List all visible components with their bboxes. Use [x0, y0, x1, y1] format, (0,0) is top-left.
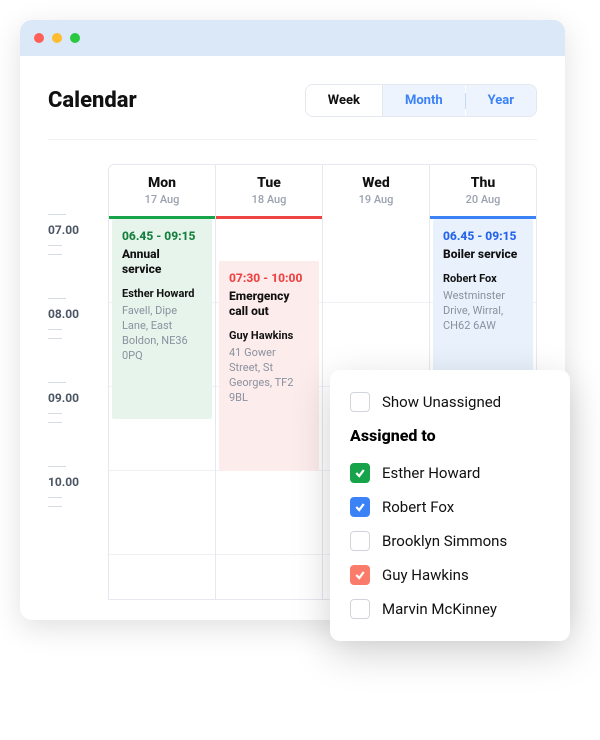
- time-slot: 08.00: [48, 298, 108, 382]
- checkbox-icon[interactable]: [350, 531, 370, 551]
- checkbox-icon[interactable]: [350, 463, 370, 483]
- event-assignee: Guy Hawkins: [229, 329, 309, 342]
- day-header[interactable]: Tue 18 Aug: [216, 165, 322, 219]
- divider: [48, 139, 537, 140]
- event-title: Emergency call out: [229, 289, 309, 319]
- time-slot: 09.00: [48, 382, 108, 466]
- event-time: 06.45 - 09:15: [443, 229, 523, 243]
- day-header[interactable]: Wed 19 Aug: [323, 165, 429, 219]
- filter-person-row[interactable]: Marvin McKinney: [350, 599, 550, 619]
- page-title: Calendar: [48, 88, 137, 113]
- minimize-icon[interactable]: [52, 33, 62, 43]
- day-header[interactable]: Mon 17 Aug: [109, 165, 215, 219]
- tick-icon: [48, 298, 66, 299]
- check-icon: [354, 467, 366, 479]
- event-time: 07:30 - 10:00: [229, 271, 309, 285]
- day-name: Mon: [109, 175, 215, 191]
- time-label: 08.00: [48, 307, 108, 321]
- day-header[interactable]: Thu 20 Aug: [430, 165, 536, 219]
- time-label: 10.00: [48, 475, 108, 489]
- day-date: 18 Aug: [216, 193, 322, 206]
- tick-icon: [48, 254, 62, 255]
- day-headers: Mon 17 Aug Tue 18 Aug Wed 19 Aug: [109, 165, 536, 219]
- day-column: Thu 20 Aug: [430, 165, 536, 219]
- day-name: Tue: [216, 175, 322, 191]
- tick-icon: [48, 506, 62, 507]
- event-address: 41 Gower Street, St Georges, TF2 9BL: [229, 346, 309, 405]
- time-label: 07.00: [48, 223, 108, 237]
- tab-week[interactable]: Week: [306, 85, 383, 116]
- time-slot: 07.00: [48, 214, 108, 298]
- filter-person-row[interactable]: Robert Fox: [350, 497, 550, 517]
- event-card[interactable]: 06.45 - 09:15 Annual service Esther Howa…: [112, 219, 212, 419]
- maximize-icon[interactable]: [70, 33, 80, 43]
- filter-label: Esther Howard: [382, 464, 480, 482]
- filter-label: Show Unassigned: [382, 393, 501, 411]
- close-icon[interactable]: [34, 33, 44, 43]
- day-date: 20 Aug: [430, 193, 536, 206]
- tick-icon: [48, 245, 62, 246]
- tick-icon: [48, 214, 66, 215]
- tab-month[interactable]: Month: [383, 85, 465, 116]
- filter-label: Brooklyn Simmons: [382, 532, 507, 550]
- event-address: Westminster Drive, Wirral, CH62 6AW: [443, 289, 523, 334]
- event-title: Boiler service: [443, 247, 523, 262]
- day-column-body[interactable]: 06.45 - 09:15 Annual service Esther Howa…: [109, 219, 216, 599]
- event-card[interactable]: 07:30 - 10:00 Emergency call out Guy Haw…: [219, 261, 319, 471]
- time-slot: 10.00: [48, 466, 108, 550]
- header: Calendar Week Month Year: [48, 84, 537, 117]
- check-icon: [354, 501, 366, 513]
- time-label: 09.00: [48, 391, 108, 405]
- tick-icon: [48, 338, 62, 339]
- event-title: Annual service: [122, 247, 202, 277]
- day-column: Mon 17 Aug: [109, 165, 216, 219]
- filter-heading: Assigned to: [350, 426, 550, 445]
- day-date: 17 Aug: [109, 193, 215, 206]
- filter-label: Guy Hawkins: [382, 566, 469, 584]
- tick-icon: [48, 382, 66, 383]
- checkbox-icon[interactable]: [350, 599, 370, 619]
- day-name: Wed: [323, 175, 429, 191]
- tick-icon: [48, 329, 62, 330]
- time-axis: 07.00 08.00 09.00: [48, 164, 108, 600]
- filter-person-row[interactable]: Guy Hawkins: [350, 565, 550, 585]
- filter-person-row[interactable]: Esther Howard: [350, 463, 550, 483]
- filter-panel: Show Unassigned Assigned to Esther Howar…: [330, 370, 570, 641]
- day-column: Tue 18 Aug: [216, 165, 323, 219]
- checkbox-icon[interactable]: [350, 497, 370, 517]
- filter-person-row[interactable]: Brooklyn Simmons: [350, 531, 550, 551]
- event-address: Favell, Dipe Lane, East Boldon, NE36 0PQ: [122, 304, 202, 363]
- tick-icon: [48, 466, 66, 467]
- day-name: Thu: [430, 175, 536, 191]
- day-column: Wed 19 Aug: [323, 165, 430, 219]
- tick-icon: [48, 413, 62, 414]
- filter-show-unassigned[interactable]: Show Unassigned: [350, 392, 550, 412]
- day-column-body[interactable]: 07:30 - 10:00 Emergency call out Guy Haw…: [216, 219, 323, 599]
- event-assignee: Esther Howard: [122, 287, 202, 300]
- tick-icon: [48, 422, 62, 423]
- event-assignee: Robert Fox: [443, 272, 523, 285]
- titlebar: [20, 20, 565, 56]
- view-toggle: Week Month Year: [305, 84, 537, 117]
- event-time: 06.45 - 09:15: [122, 229, 202, 243]
- filter-label: Robert Fox: [382, 498, 454, 516]
- tab-year[interactable]: Year: [466, 85, 536, 116]
- filter-label: Marvin McKinney: [382, 600, 497, 618]
- check-icon: [354, 569, 366, 581]
- tick-icon: [48, 497, 62, 498]
- checkbox-icon[interactable]: [350, 565, 370, 585]
- checkbox-icon[interactable]: [350, 392, 370, 412]
- day-date: 19 Aug: [323, 193, 429, 206]
